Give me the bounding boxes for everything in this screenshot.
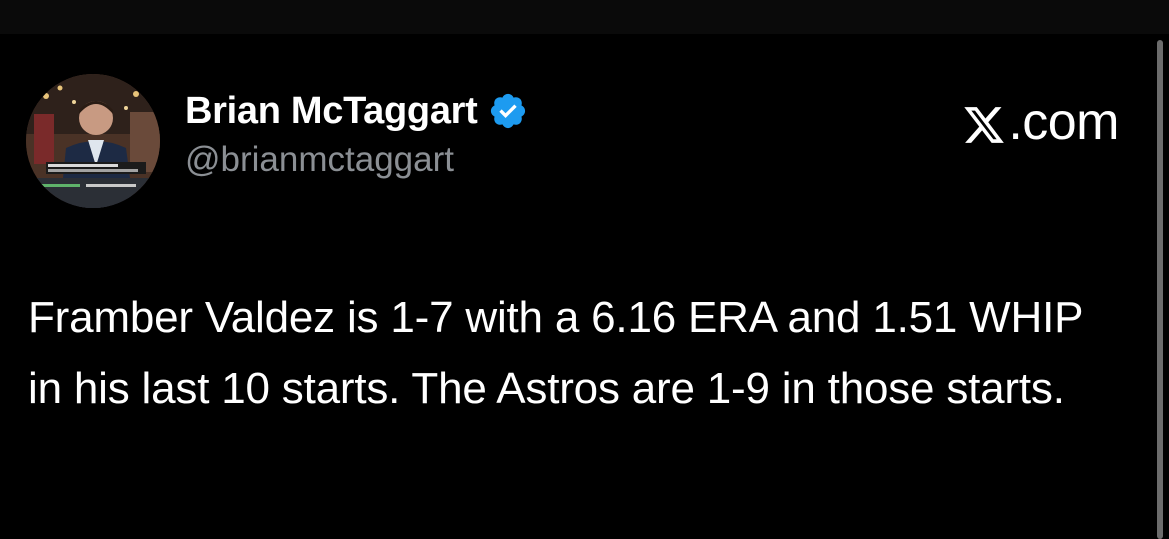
source-label[interactable]: .com xyxy=(962,92,1119,152)
scrollbar-thumb[interactable] xyxy=(1157,40,1163,539)
avatar-photo xyxy=(26,74,160,208)
top-bar xyxy=(0,0,1169,34)
author-block: Brian McTaggart @brianmctaggart xyxy=(185,86,528,180)
tweet-text: Framber Valdez is 1-7 with a 6.16 ERA an… xyxy=(28,293,1083,413)
x-logo-icon xyxy=(962,100,1006,144)
display-name-row: Brian McTaggart xyxy=(185,86,528,136)
display-name[interactable]: Brian McTaggart xyxy=(185,90,478,133)
avatar[interactable] xyxy=(26,74,160,208)
verified-badge-icon xyxy=(488,91,528,131)
source-domain: .com xyxy=(1008,93,1119,151)
user-handle[interactable]: @brianmctaggart xyxy=(185,140,528,180)
